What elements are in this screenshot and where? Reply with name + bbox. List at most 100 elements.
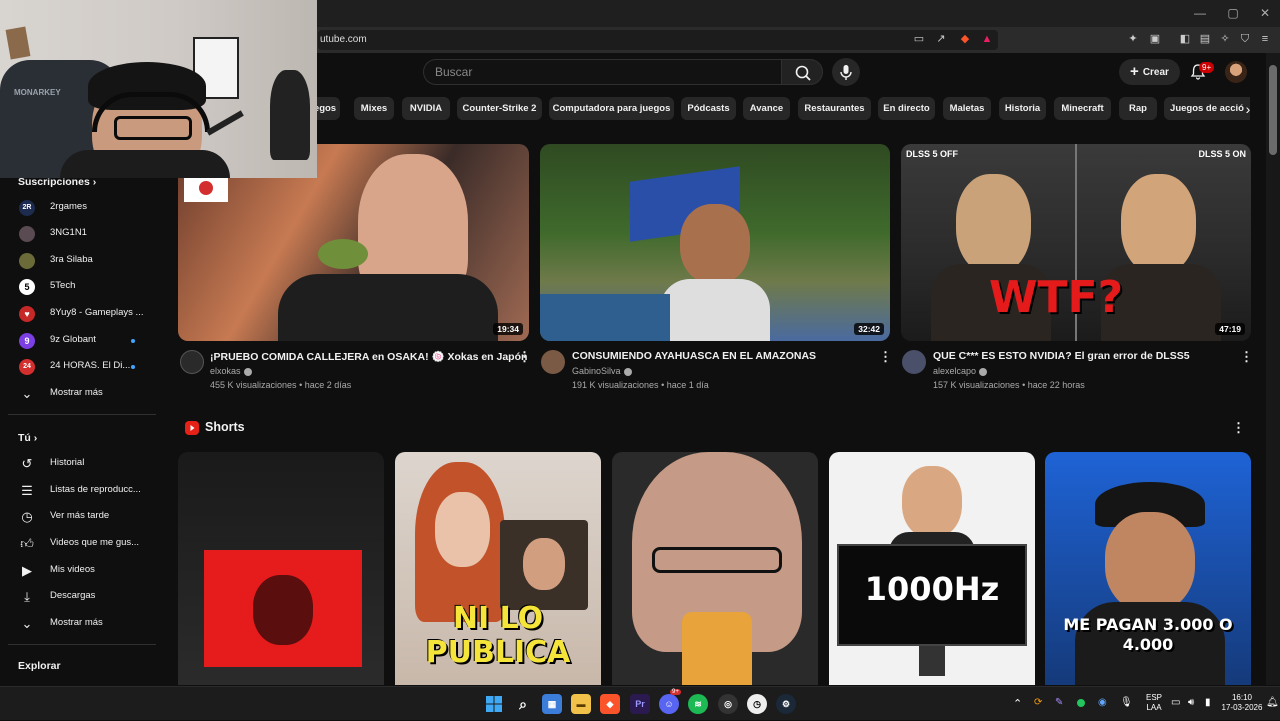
close-window-button[interactable]: ✕ bbox=[1250, 4, 1280, 22]
tray-overflow-icon[interactable]: ⌃ bbox=[1013, 697, 1022, 710]
face-shape bbox=[902, 466, 962, 538]
more-options-icon[interactable]: ⋮ bbox=[1240, 349, 1253, 365]
address-bar[interactable]: utube.com bbox=[318, 30, 998, 50]
channel-avatar[interactable] bbox=[180, 350, 204, 374]
menu-icon[interactable]: ≡ bbox=[1258, 32, 1272, 46]
chip-maletas[interactable]: Maletas bbox=[943, 97, 991, 120]
spotify-icon[interactable]: ≋ bbox=[688, 694, 708, 714]
video-thumbnail[interactable]: DLSS 5 OFF DLSS 5 ON WTF? 47:19 bbox=[901, 144, 1251, 341]
cast-icon[interactable]: ▭ bbox=[912, 32, 926, 46]
more-options-icon[interactable]: ⋮ bbox=[879, 349, 892, 365]
windows-start-icon[interactable] bbox=[484, 694, 504, 714]
create-button[interactable]: + Crear bbox=[1119, 59, 1180, 85]
discord-icon[interactable]: ☺ bbox=[659, 694, 679, 714]
sidebar-item-3ra-silaba[interactable]: 3ra Silaba bbox=[0, 248, 156, 274]
chip-historia[interactable]: Historia bbox=[999, 97, 1046, 120]
video-thumbnail[interactable]: 32:42 bbox=[540, 144, 890, 341]
sidebar-item-liked-videos[interactable]: 👍︎ Videos que me gus... bbox=[0, 531, 156, 557]
brave-rewards-icon[interactable]: ▲ bbox=[980, 32, 994, 46]
sidebar-item-24-horas[interactable]: 24 24 HORAS. El Di... bbox=[0, 354, 156, 380]
sidebar-show-more-you[interactable]: ⌄ Mostrar más bbox=[0, 611, 156, 637]
more-options-icon[interactable]: ⋮ bbox=[518, 349, 531, 365]
tray-status-icon[interactable] bbox=[1077, 699, 1085, 707]
sidebar-item-history[interactable]: ↺ Historial bbox=[0, 451, 156, 477]
notification-center-icon[interactable]: 🔔︎ bbox=[1266, 697, 1279, 708]
channel-name[interactable]: elxokas bbox=[210, 366, 252, 376]
video-title[interactable]: ¡PRUEBO COMIDA CALLEJERA en OSAKA! 🍥 Xok… bbox=[210, 350, 527, 363]
clock[interactable]: 16:10 17-03-2026 bbox=[1218, 693, 1266, 713]
network-icon[interactable]: ▭ bbox=[1171, 697, 1180, 708]
chip-computadora-para-juegos[interactable]: Computadora para juegos bbox=[549, 97, 674, 120]
share-icon[interactable]: ↗ bbox=[934, 32, 948, 46]
brave-browser-icon[interactable]: ◆ bbox=[600, 694, 620, 714]
sidebar-item-my-videos[interactable]: ▶ Mis videos bbox=[0, 558, 156, 584]
sidebar-item-watch-later[interactable]: ◷ Ver más tarde bbox=[0, 504, 156, 530]
sidebar-show-more-subscriptions[interactable]: ⌄ Mostrar más bbox=[0, 381, 156, 407]
volume-icon[interactable]: 🔊︎ bbox=[1188, 697, 1194, 708]
sidebar-item-3ng1n1[interactable]: 3NG1N1 bbox=[0, 221, 156, 247]
chip-podcasts[interactable]: Pódcasts bbox=[681, 97, 736, 120]
widgets-icon[interactable]: ▦ bbox=[542, 694, 562, 714]
sidebar-item-2rgames[interactable]: 2R 2rgames bbox=[0, 195, 156, 221]
minimize-button[interactable]: — bbox=[1185, 4, 1215, 22]
face-shape bbox=[435, 492, 490, 567]
steam-icon[interactable]: ⚙ bbox=[776, 694, 796, 714]
short-item[interactable]: ME PAGAN 3.000 O 4.000 bbox=[1045, 452, 1251, 685]
battery-icon[interactable]: ▮ bbox=[1205, 697, 1211, 708]
sidebar-item-8yuy8[interactable]: ♥ 8Yuy8 - Gameplays ... bbox=[0, 301, 156, 327]
short-item[interactable] bbox=[612, 452, 818, 685]
maximize-button[interactable]: ▢ bbox=[1218, 4, 1248, 22]
channel-name[interactable]: GabinoSilva bbox=[572, 366, 632, 376]
channel-name[interactable]: alexelcapo bbox=[933, 366, 988, 376]
obs-icon[interactable]: ◎ bbox=[718, 694, 738, 714]
webcam-overlay: MONARKEY bbox=[0, 0, 317, 178]
sidebar-item-downloads[interactable]: ⤓ Descargas bbox=[0, 584, 156, 610]
shorts-options-icon[interactable]: ⋮ bbox=[1232, 420, 1245, 436]
search-input[interactable]: Buscar bbox=[423, 59, 781, 85]
video-title[interactable]: QUE C*** ES ESTO NVIDIA? El gran error d… bbox=[933, 350, 1190, 362]
duration-badge: 47:19 bbox=[1215, 323, 1245, 335]
tray-pen-icon[interactable]: ✎ bbox=[1055, 697, 1063, 708]
taskbar-search-icon[interactable]: ⌕ bbox=[513, 694, 533, 714]
channel-avatar[interactable] bbox=[902, 350, 926, 374]
sidebar-item-9z-globant[interactable]: 9 9z Globant bbox=[0, 328, 156, 354]
clock-app-icon[interactable]: ◷ bbox=[747, 694, 767, 714]
scrollbar-thumb[interactable] bbox=[1269, 65, 1277, 155]
chips-next-arrow-icon[interactable]: › bbox=[1238, 98, 1258, 120]
chip-mixes[interactable]: Mixes bbox=[354, 97, 394, 120]
page-scrollbar[interactable] bbox=[1266, 53, 1280, 685]
chip-avance[interactable]: Avance bbox=[743, 97, 790, 120]
sidebar-item-5tech[interactable]: 5 5Tech bbox=[0, 274, 156, 300]
leo-ai-icon[interactable]: ✧ bbox=[1218, 32, 1232, 46]
tab-search-icon[interactable]: ▣ bbox=[1148, 32, 1162, 46]
chip-restaurantes[interactable]: Restaurantes bbox=[798, 97, 871, 120]
chip-counter-strike-2[interactable]: Counter-Strike 2 bbox=[457, 97, 542, 120]
video-title[interactable]: CONSUMIENDO AYAHUASCA EN EL AMAZONAS bbox=[572, 350, 816, 362]
character-left bbox=[956, 174, 1031, 274]
voice-search-button[interactable] bbox=[832, 58, 860, 86]
channel-avatar[interactable] bbox=[541, 350, 565, 374]
extensions-icon[interactable]: ✦ bbox=[1126, 32, 1140, 46]
chip-rap[interactable]: Rap bbox=[1119, 97, 1157, 120]
vpn-icon[interactable]: ⛉ bbox=[1238, 32, 1252, 46]
premiere-pro-icon[interactable]: Pr bbox=[630, 694, 650, 714]
sidebar-toggle-icon[interactable]: ◧ bbox=[1178, 32, 1192, 46]
tray-mic-icon[interactable]: 🎙︎ bbox=[1120, 697, 1133, 708]
chip-nvidia[interactable]: NVIDIA bbox=[402, 97, 450, 120]
brave-shield-icon[interactable]: ◆ bbox=[958, 32, 972, 46]
sidebar-divider bbox=[8, 414, 156, 415]
language-indicator[interactable]: ESP LAA bbox=[1143, 693, 1165, 713]
chip-minecraft[interactable]: Minecraft bbox=[1054, 97, 1111, 120]
short-item[interactable] bbox=[178, 452, 384, 685]
wallet-icon[interactable]: ▤ bbox=[1198, 32, 1212, 46]
short-item[interactable]: NI LO PUBLICA bbox=[395, 452, 601, 685]
search-button[interactable] bbox=[781, 59, 823, 85]
file-explorer-icon[interactable]: ▬ bbox=[571, 694, 591, 714]
you-heading[interactable]: Tú › bbox=[18, 432, 37, 444]
short-item[interactable]: 1000Hz bbox=[829, 452, 1035, 685]
account-avatar[interactable] bbox=[1225, 61, 1247, 83]
tray-app-icon[interactable]: ⟳ bbox=[1034, 697, 1042, 708]
sidebar-item-playlists[interactable]: ☰ Listas de reproducc... bbox=[0, 478, 156, 504]
chip-en-directo[interactable]: En directo bbox=[878, 97, 935, 120]
tray-steam-icon[interactable]: ◉ bbox=[1098, 697, 1107, 708]
